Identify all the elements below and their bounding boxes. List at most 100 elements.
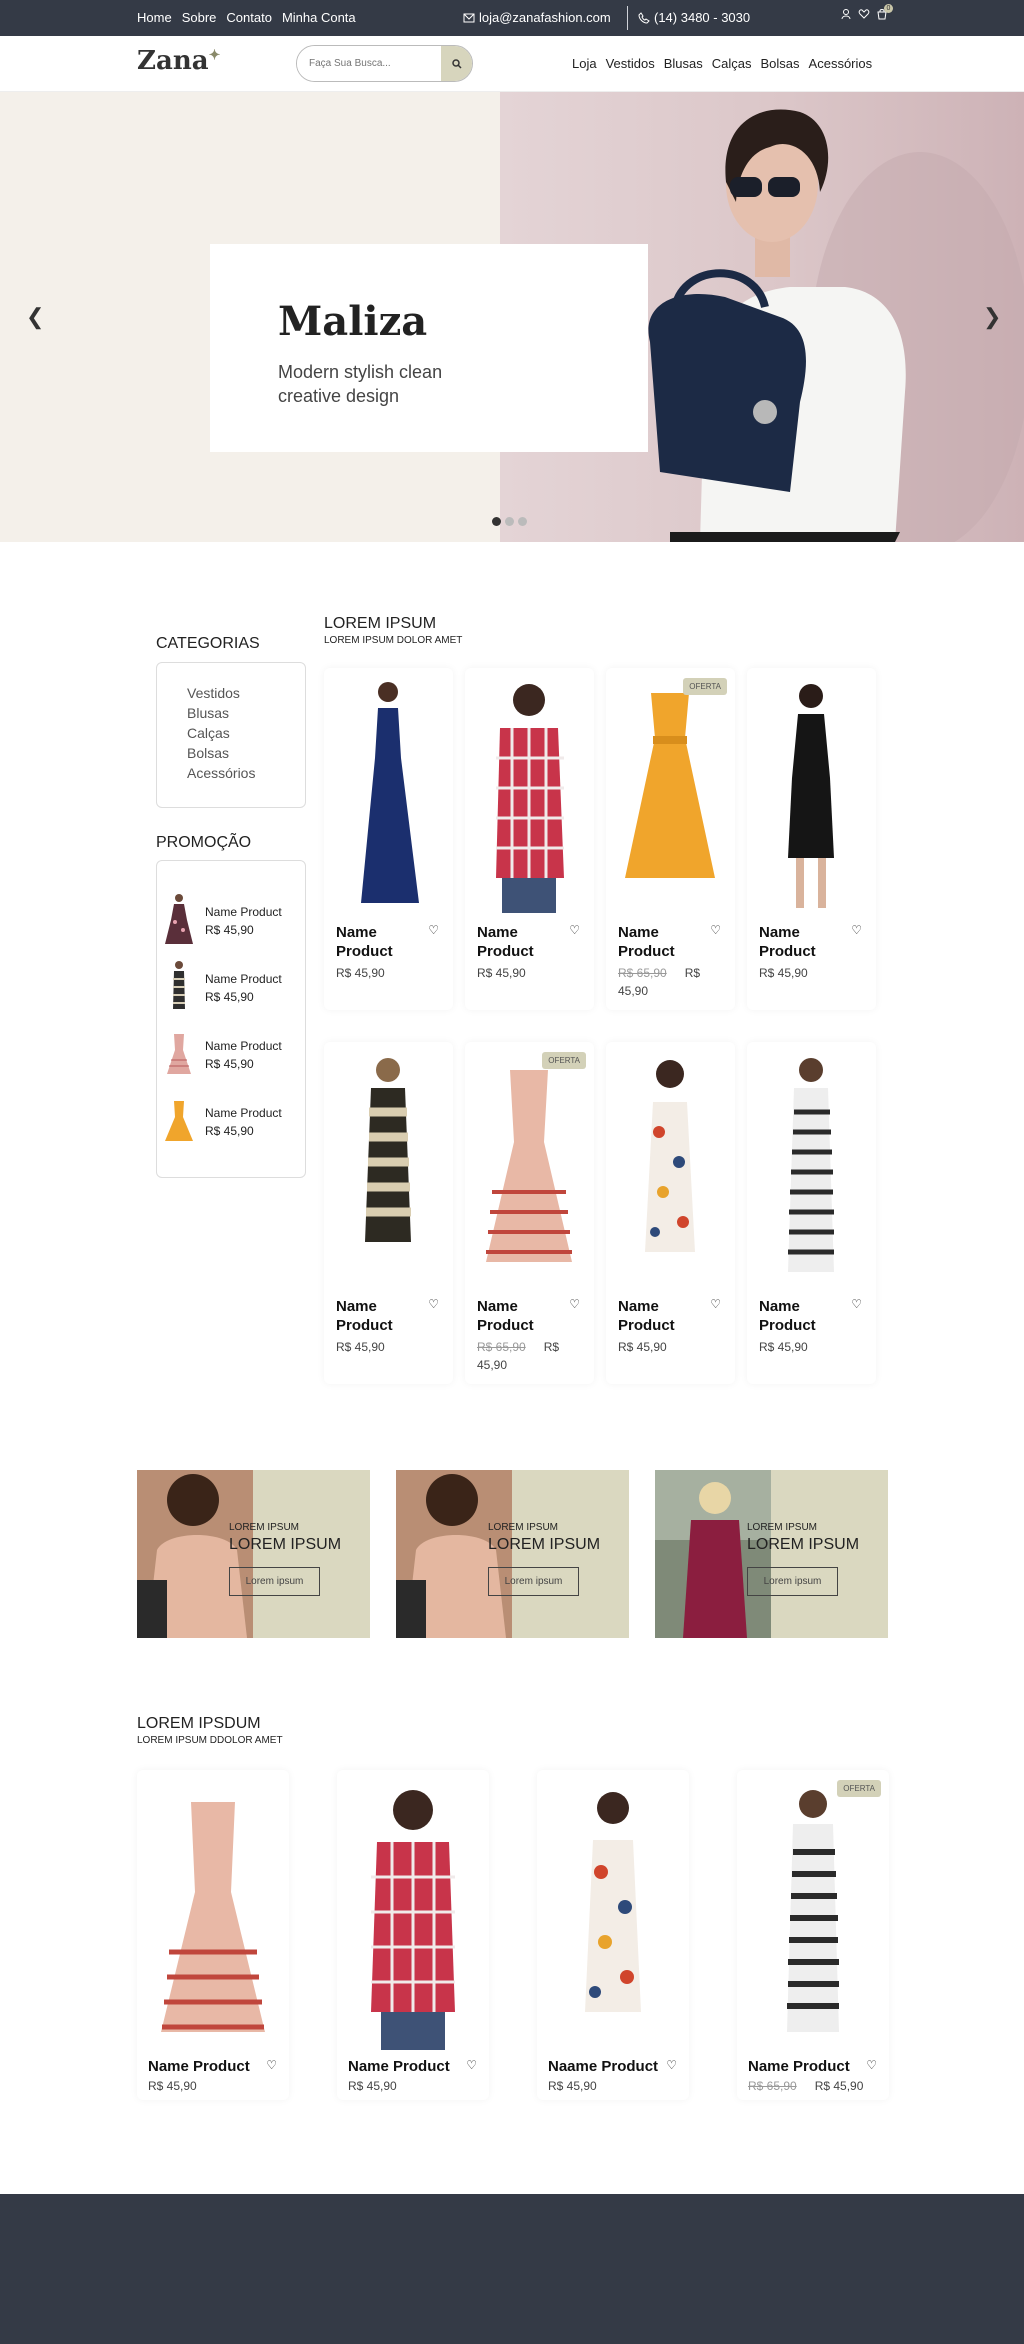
phone-text: (14) 3480 - 3030 (654, 10, 751, 25)
wishlist-heart-icon[interactable]: ♡ (569, 1297, 580, 1311)
logo[interactable]: Zana✦ (137, 46, 220, 76)
offer-badge: OFERTA (683, 678, 727, 695)
top-link-account[interactable]: Minha Conta (282, 10, 356, 25)
email-text: loja@zanafashion.com (479, 10, 611, 25)
promo-banner[interactable]: LOREM IPSUM LOREM IPSUM Lorem ipsum (137, 1470, 370, 1638)
wishlist-heart-icon[interactable]: ♡ (466, 2058, 477, 2072)
category-blusas[interactable]: Blusas (187, 703, 305, 723)
slider-dot-3[interactable] (518, 517, 527, 526)
product-price: R$ 45,90 (348, 2079, 397, 2093)
nav-blusas[interactable]: Blusas (664, 56, 703, 71)
top-link-contato[interactable]: Contato (226, 10, 272, 25)
banner-kicker: LOREM IPSUM (229, 1522, 300, 1533)
wishlist-heart-icon[interactable]: ♡ (428, 1297, 439, 1311)
product-image (585, 1792, 641, 2012)
banner-button[interactable]: Lorem ipsum (229, 1567, 320, 1596)
wishlist-heart-icon[interactable]: ♡ (710, 923, 721, 937)
wishlist-heart-icon[interactable]: ♡ (851, 1297, 862, 1311)
product-name: Name Product (477, 1298, 534, 1334)
prev-arrow-icon[interactable]: ❮ (26, 304, 44, 330)
wishlist-heart-icon[interactable]: ♡ (428, 923, 439, 937)
heart-icon[interactable] (858, 8, 870, 20)
search-input[interactable] (297, 46, 441, 81)
banner-photo (396, 1470, 512, 1638)
product-card[interactable]: Naame Product ♡ R$ 45,90 (537, 1770, 689, 2100)
nav-vestidos[interactable]: Vestidos (606, 56, 655, 71)
category-acessorios[interactable]: Acessórios (187, 763, 305, 783)
wishlist-heart-icon[interactable]: ♡ (266, 2058, 277, 2072)
product-image (486, 1070, 572, 1262)
contact-phone[interactable]: (14) 3480 - 3030 (638, 10, 750, 25)
product-name: Name Product (336, 1298, 393, 1334)
promo-item[interactable]: Name Product R$ 45,90 (157, 887, 305, 954)
next-arrow-icon[interactable]: ❯ (983, 304, 1001, 330)
banner-button[interactable]: Lorem ipsum (488, 1567, 579, 1596)
promo-banner[interactable]: LOREM IPSUM LOREM IPSUM Lorem ipsum (655, 1470, 888, 1638)
product-grid: Name Product ♡ R$ 45,90 Name Product ♡ R… (324, 668, 892, 1384)
promo-banner[interactable]: LOREM IPSUM LOREM IPSUM Lorem ipsum (396, 1470, 629, 1638)
product-name: Name Product (759, 1298, 816, 1334)
product-card[interactable]: OFERTA Name Product ♡ R$ 65,90 R$ 45,90 (737, 1770, 889, 2100)
category-vestidos[interactable]: Vestidos (187, 683, 305, 703)
product-price-block: R$ 45,90 (477, 964, 577, 982)
logo-text: Zana (137, 46, 209, 76)
product-card[interactable]: OFERTA Name Product ♡ R$ 65,90 R$ 45,90 (606, 668, 735, 1010)
product-price-block: R$ 45,90 (548, 2079, 597, 2093)
product-card[interactable]: Name Product ♡ R$ 45,90 (747, 1042, 876, 1384)
product-image (365, 1058, 411, 1242)
user-icon[interactable] (840, 8, 852, 20)
top-link-home[interactable]: Home (137, 10, 172, 25)
category-bolsas[interactable]: Bolsas (187, 743, 305, 763)
hero-slider: Maliza Modern stylish clean creative des… (0, 92, 1024, 542)
product-old-price: R$ 65,90 (477, 1340, 526, 1354)
product-card[interactable]: Name Product ♡ R$ 45,90 (337, 1770, 489, 2100)
category-calcas[interactable]: Calças (187, 723, 305, 743)
product-name: Name Product (336, 924, 393, 960)
slider-dot-1[interactable] (492, 517, 501, 526)
slider-dot-2[interactable] (505, 517, 514, 526)
top-link-sobre[interactable]: Sobre (182, 10, 217, 25)
product-price-block: R$ 45,90 (336, 1338, 436, 1356)
wishlist-heart-icon[interactable]: ♡ (666, 2058, 677, 2072)
product-old-price: R$ 65,90 (618, 966, 667, 980)
nav-acessorios[interactable]: Acessórios (809, 56, 873, 71)
nav-calcas[interactable]: Calças (712, 56, 752, 71)
product-card[interactable]: Name Product ♡ R$ 45,90 (606, 1042, 735, 1384)
promo-item[interactable]: Name Product R$ 45,90 (157, 1021, 305, 1088)
search-icon (451, 58, 462, 69)
wishlist-heart-icon[interactable]: ♡ (866, 2058, 877, 2072)
contact-email[interactable]: loja@zanafashion.com (463, 10, 611, 25)
cart-icon[interactable]: 0 (876, 4, 893, 20)
product-card[interactable]: Name Product ♡ R$ 45,90 (465, 668, 594, 1010)
product-card[interactable]: Name Product ♡ R$ 45,90 (324, 668, 453, 1010)
product-name: Name Product (148, 2058, 250, 2075)
product-card[interactable]: Name Product ♡ R$ 45,90 (324, 1042, 453, 1384)
search-button[interactable] (441, 46, 472, 81)
product-image (625, 693, 715, 878)
cart-count-badge: 0 (884, 4, 893, 13)
nav-bolsas[interactable]: Bolsas (761, 56, 800, 71)
product-card[interactable]: Name Product ♡ R$ 45,90 (137, 1770, 289, 2100)
banner-button[interactable]: Lorem ipsum (747, 1567, 838, 1596)
promo-item[interactable]: Name Product R$ 45,90 (157, 1088, 305, 1155)
wishlist-heart-icon[interactable]: ♡ (569, 923, 580, 937)
promo-item[interactable]: Name Product R$ 45,90 (157, 954, 305, 1021)
promo-title: PROMOÇÃO (156, 834, 252, 851)
wishlist-heart-icon[interactable]: ♡ (851, 923, 862, 937)
product-image (371, 1790, 455, 2050)
product-image (787, 1790, 839, 2032)
product-name: Name Product (348, 2058, 450, 2075)
top-links: Home Sobre Contato Minha Conta (137, 10, 356, 25)
nav-loja[interactable]: Loja (572, 56, 597, 71)
product-image (161, 1802, 265, 2032)
search-bar (296, 45, 473, 82)
promo-price: R$ 45,90 (205, 922, 254, 937)
product-card[interactable]: OFERTA Name Product ♡ R$ 65,90 R$ 45,90 (465, 1042, 594, 1384)
wishlist-heart-icon[interactable]: ♡ (710, 1297, 721, 1311)
product-image (788, 684, 834, 908)
product-price: R$ 45,90 (477, 966, 526, 980)
product-card[interactable]: Name Product ♡ R$ 45,90 (747, 668, 876, 1010)
products-title: LOREM IPSUM (324, 615, 437, 632)
promo-name: Name Product (205, 904, 282, 919)
product-price: R$ 45,90 (759, 966, 808, 980)
